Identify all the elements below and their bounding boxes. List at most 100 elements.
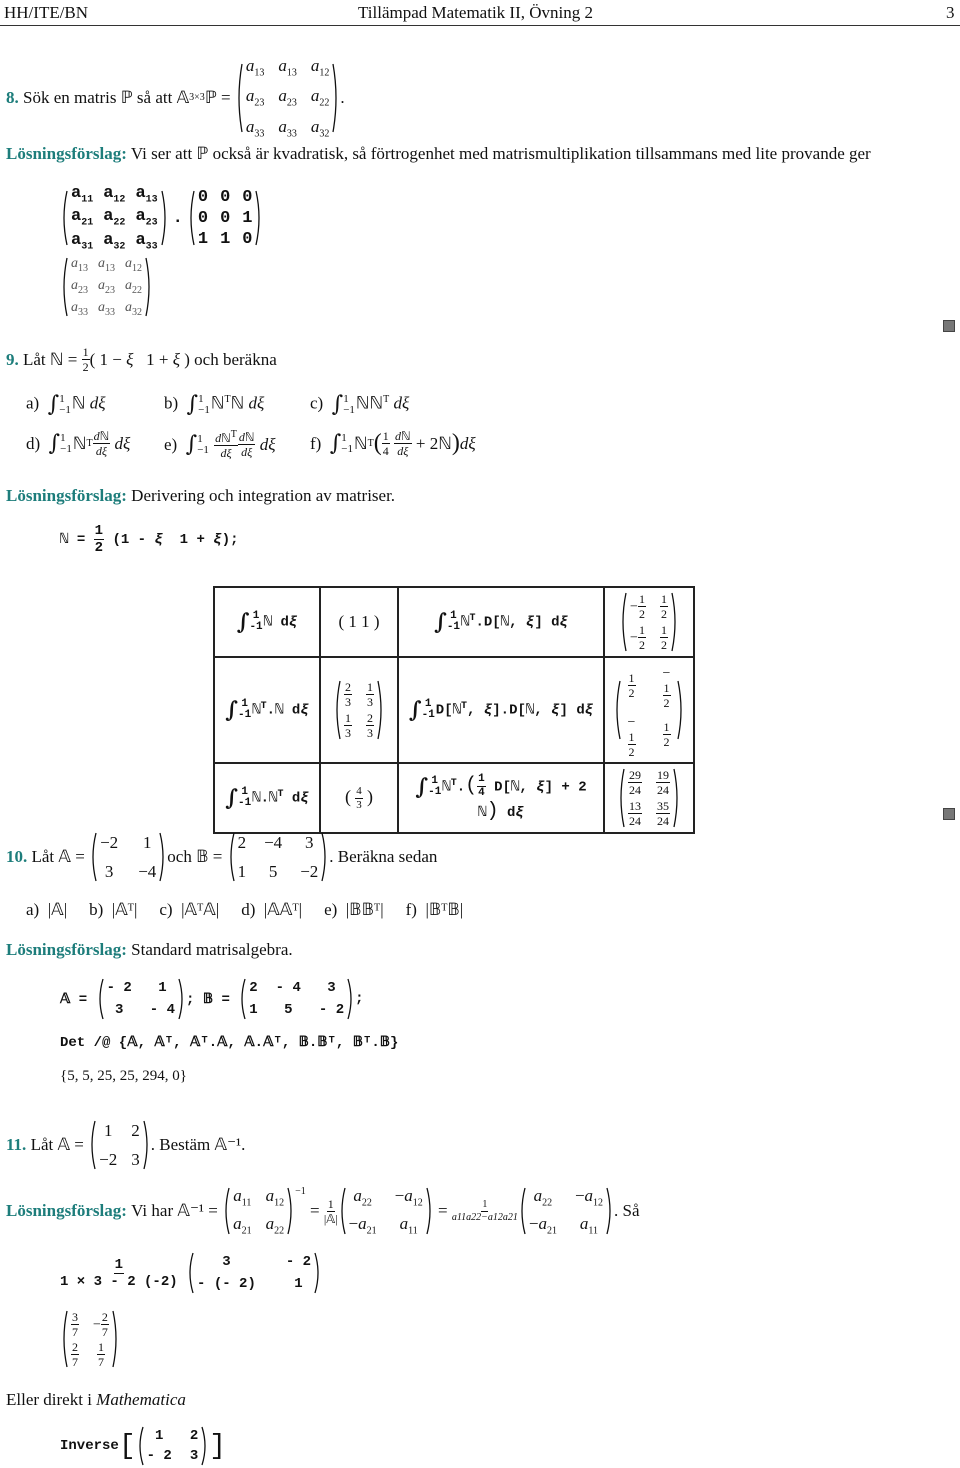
matrix-body: 29 24 19 24 13 24 35 24 [625, 768, 673, 828]
matrix-cell: - 4 [275, 980, 301, 996]
matrix-cell: 2 [249, 980, 258, 996]
matrix-cell: a11 [71, 184, 94, 206]
matrix-cell: 2 [131, 1120, 140, 1140]
matrix-cell: 0 [220, 187, 231, 207]
matrix-body: 2 −4 3 1 5 −2 [235, 832, 322, 882]
cell-bracket-handle[interactable] [943, 320, 955, 332]
inverse-result: 3 7 −2 7 2 7 1 7 [60, 1310, 120, 1368]
matrix-body: 3 - 2 - (- 2) 1 [194, 1252, 314, 1294]
matrix-cell: 12 [627, 671, 636, 700]
table-output: 29 24 19 24 13 24 35 24 [603, 762, 695, 834]
right-paren [287, 1186, 295, 1237]
right-paren [347, 978, 355, 1020]
half-fraction: 12 [81, 345, 90, 374]
matrix-cell: a22 [353, 1186, 372, 1209]
solution-label: Lösningsförslag: [6, 1201, 127, 1221]
left-paren [617, 768, 625, 828]
matrix-cell: −4 [264, 832, 283, 852]
matrix-cell: 13 [344, 711, 352, 740]
table-input[interactable]: ∫ 1 -1 ℕT.ℕ dξ [213, 656, 321, 764]
solution-label: Lösningsförslag: [6, 940, 127, 959]
results-table: ∫ 1 -1 ℕ dξ ( 1 1 ) ∫ 1 -1 ℕT.D[ℕ, ξ] dξ −1 2 1 2… [213, 586, 695, 834]
matrix-cell: a11 [399, 1214, 418, 1237]
matrix-body: 000001110 [195, 188, 256, 249]
matrix-body: 23131323 [341, 680, 377, 740]
matrix-cell: −a12 [394, 1186, 423, 1209]
adjugate-matrix: a22 −a12 −a21 a11 [338, 1186, 434, 1237]
matrix-cell: 35 24 [656, 799, 670, 828]
matrix-p: 000001110 [187, 188, 264, 249]
right-paren [321, 832, 329, 882]
code-det[interactable]: Det /@ {𝔸, 𝔸ᵀ, 𝔸ᵀ.𝔸, 𝔸.𝔸ᵀ, 𝔹.𝔹ᵀ, 𝔹ᵀ.𝔹} [60, 1034, 398, 1051]
matrix-cell: 23 [366, 711, 374, 740]
matrix-cell: - 2 [285, 1254, 312, 1270]
right-paren [161, 184, 169, 252]
matrix-cell: a11 [233, 1186, 252, 1209]
matrix-cell: a12 [265, 1186, 285, 1209]
matrix-body: a22 −a12 −a21 a11 [346, 1186, 426, 1237]
solution-label: Lösningsförslag: [6, 144, 127, 163]
left-paren [136, 1426, 144, 1466]
item-c: c) |𝔸ᵀ𝔸| [159, 900, 220, 919]
left-paren [88, 1120, 96, 1170]
matrix-cell: a13 [98, 256, 115, 274]
matrix-cell: 1 [242, 208, 253, 228]
code-inverse-formula[interactable]: 11 × 3 - 2 (-2) 3- 2- (- 2) 1 [60, 1252, 322, 1294]
code-inverse[interactable]: Inverse[1 2- 2 3] [60, 1426, 226, 1466]
matrix-cell: 1 [220, 229, 231, 249]
matrix-cell: - 2 [106, 980, 132, 996]
matrix-cell: 1 [197, 229, 209, 249]
left-paren [89, 832, 97, 882]
matrix-cell: - (- 2) [197, 1276, 256, 1292]
left-paren [238, 978, 246, 1020]
table-input[interactable]: ∫ 1 -1 ℕT.(1 4 D[ℕ, ξ] + 2 ℕ) dξ [397, 762, 605, 834]
cell-bracket-handle[interactable] [943, 808, 955, 820]
matrix-cell: a13 [278, 56, 297, 79]
input-cell-8[interactable]: a11 a12 a13 a21 a22 a23 a31 a32 a33 . 000001110 [60, 184, 263, 252]
solution-text: Derivering och integration av matriser. [131, 486, 396, 505]
left-paren [186, 1252, 194, 1294]
text-post: . Bestäm 𝔸⁻¹. [150, 1135, 246, 1154]
table-input[interactable]: ∫ 1 -1 ℕT.D[ℕ, ξ] dξ [397, 586, 605, 658]
matrix-cell: a22 [533, 1186, 553, 1209]
matrix-cell: - 4 [149, 1002, 176, 1018]
right-paren [112, 1310, 120, 1368]
matrix-cell: 1 [249, 1002, 258, 1018]
item-a: a) ∫ 1 −1 ℕ dξ [26, 392, 106, 417]
text-mid: och 𝔹 = [167, 847, 223, 866]
solution-text: Vi har 𝔸⁻¹ = [131, 1201, 218, 1221]
matrix-cell: 0 [197, 208, 209, 228]
matrix-cell: 3 [304, 832, 314, 852]
problem-number: 9. [6, 349, 19, 369]
left-paren [338, 1186, 346, 1237]
matrix-cell: 0 [220, 208, 231, 228]
matrix-cell: 37 [71, 1309, 79, 1339]
matrix-cell: −2 [100, 832, 119, 852]
table-output: −1 2 1 2 −1 2 1 2 [603, 586, 695, 658]
matrix-body: 1 2 −1 2 −1 2 1 2 [621, 662, 677, 758]
table-input[interactable]: ∫ 1 -1 ℕ.ℕT dξ [213, 762, 321, 834]
matrix-cell: a12 [125, 256, 142, 274]
left-paren [333, 680, 341, 740]
matrix-cell: 3 [114, 1002, 124, 1018]
output-cell-8: a13 a13 a12 a23 a23 a22 a33 a33 a32 [60, 256, 153, 317]
table-input[interactable]: ∫ 1 -1 D[ℕT, ξ].D[ℕ, ξ] dξ [397, 656, 605, 764]
item-c: c) ∫ 1 −1 ℕℕT dξ [310, 392, 410, 417]
right-paren [143, 1120, 151, 1170]
matrix-body: a11 a12 a21 a22 [230, 1186, 287, 1237]
matrix-cell: a13 [245, 56, 265, 79]
matrix-body: −2 1 3 −4 [97, 832, 159, 882]
solution-10: Lösningsförslag: Standard matrisalgebra. [6, 940, 293, 960]
matrix-cell: 5 [284, 1002, 293, 1018]
code-matrix: 3 - 2 - (- 2) 1 [186, 1252, 322, 1294]
item-f: f) ∫ 1 −1 ℕ T(1 4 dℕ dξ + 2ℕ) dξ [310, 429, 476, 458]
table-row: ∫ 1 -1 ℕ dξ ( 1 1 ) ∫ 1 -1 ℕT.D[ℕ, ξ] dξ −1 2 1 2… [213, 586, 695, 658]
matrix-cell: a13 [135, 184, 158, 206]
table-input[interactable]: ∫ 1 -1 ℕ dξ [213, 586, 321, 658]
code-define-AB[interactable]: 𝔸 = - 213- 4 ; 𝔹 = 2- 4315- 2; [60, 978, 364, 1020]
matrix-cell: 12 [662, 720, 671, 749]
solution-post: . Så [614, 1201, 640, 1221]
matrix-body: 2 - 4 3 1 5 - 2 [246, 978, 347, 1020]
code-define-N[interactable]: ℕ = 12 (1 - ξ 1 + ξ); [60, 524, 239, 555]
matrix-B: 2 −4 3 1 5 −2 [227, 832, 330, 882]
